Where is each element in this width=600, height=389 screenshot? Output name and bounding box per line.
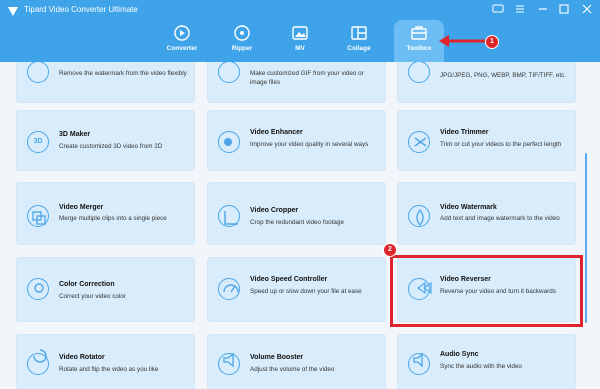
tool-desc: Make customized GIF from your video or i… xyxy=(250,70,364,86)
tab-label: Collage xyxy=(347,45,371,52)
collage-icon xyxy=(351,26,367,40)
audio-sync-icon xyxy=(408,353,430,375)
title-bar: Tipard Video Converter Ultimate Converte… xyxy=(0,0,600,62)
step-badge-1: 1 xyxy=(485,35,499,49)
merge-icon xyxy=(27,205,49,227)
close-icon[interactable] xyxy=(580,3,594,17)
3d-maker-icon: 3D xyxy=(27,131,49,153)
annotation-arrow xyxy=(439,35,485,47)
tool-title: 3D Maker xyxy=(59,131,91,138)
scrollbar-thumb[interactable] xyxy=(585,153,587,323)
tool-card-video-merger[interactable]: Video Merger Merge multiple clips into a… xyxy=(16,182,195,245)
tool-card-3d-maker[interactable]: 3D 3D Maker Create customized 3D video f… xyxy=(16,110,195,171)
ripper-icon xyxy=(234,25,250,41)
droplet-icon xyxy=(408,205,430,227)
step-badge-2: 2 xyxy=(383,243,397,257)
tool-desc: Correct your video color xyxy=(59,293,126,300)
speedometer-icon xyxy=(218,278,240,300)
tool-card-video-watermark[interactable]: Video Watermark Add text and image water… xyxy=(397,182,576,245)
tab-converter[interactable]: Converter xyxy=(155,20,209,62)
tool-card-gif-maker[interactable]: Make customized GIF from your video or i… xyxy=(207,62,386,103)
maximize-icon[interactable] xyxy=(557,3,571,17)
tool-title: Video Merger xyxy=(59,204,104,211)
gif-maker-icon xyxy=(218,62,240,83)
tool-desc: Merge multiple clips into a single piece xyxy=(59,215,167,222)
chat-icon[interactable] xyxy=(491,3,505,17)
watermark-remover-icon xyxy=(27,62,49,83)
tool-card-video-enhancer[interactable]: Video Enhancer Improve your video qualit… xyxy=(207,110,386,171)
minimize-icon[interactable] xyxy=(536,3,550,17)
crop-icon xyxy=(218,205,240,227)
mv-icon xyxy=(292,26,308,40)
tool-card-image-converter[interactable]: JPG/JPEG, PNG, WEBP, BMP, TIF/TIFF, etc. xyxy=(397,62,576,103)
tool-desc: Add text and image watermark to the vide… xyxy=(440,215,560,222)
tool-desc: Improve your video quality in several wa… xyxy=(250,141,369,148)
tool-title: Audio Sync xyxy=(440,351,479,358)
tool-card-audio-sync[interactable]: Audio Sync Sync the audio with the video xyxy=(397,334,576,389)
rotate-icon xyxy=(27,353,49,375)
tool-title: Video Enhancer xyxy=(250,129,303,136)
tool-card-video-trimmer[interactable]: Video Trimmer Trim or cut your videos to… xyxy=(397,110,576,171)
highlight-box xyxy=(390,255,583,327)
tab-label: Ripper xyxy=(231,45,253,52)
scissors-icon xyxy=(408,131,430,153)
tool-card-watermark-remover[interactable]: Remove the watermark from the video flex… xyxy=(16,62,195,103)
tool-card-video-cropper[interactable]: Video Cropper Crop the redundant video f… xyxy=(207,182,386,245)
tool-card-volume-booster[interactable]: Volume Booster Adjust the volume of the … xyxy=(207,334,386,389)
tool-card-video-speed-controller[interactable]: Video Speed Controller Speed up or slow … xyxy=(207,257,386,322)
tool-title: Video Cropper xyxy=(250,207,299,214)
tab-label: MV xyxy=(295,45,305,52)
app-title: Tipard Video Converter Ultimate xyxy=(24,5,138,14)
tool-title: Video Trimmer xyxy=(440,129,489,136)
toolbox-grid: Remove the watermark from the video flex… xyxy=(0,62,600,389)
tool-desc: Rotate and flip the video as you like xyxy=(59,366,159,373)
sun-icon xyxy=(27,278,49,300)
tool-card-color-correction[interactable]: Color Correction Correct your video colo… xyxy=(16,257,195,322)
tab-ripper[interactable]: Ripper xyxy=(215,20,269,62)
tool-title: Video Rotator xyxy=(59,354,105,361)
tool-desc: Trim or cut your videos to the perfect l… xyxy=(440,141,562,148)
tool-card-video-rotator[interactable]: Video Rotator Rotate and flip the video … xyxy=(16,334,195,389)
tab-label: Converter xyxy=(166,45,198,52)
tool-desc: Create customized 3D video from 2D xyxy=(59,143,163,150)
volume-icon xyxy=(218,353,240,375)
toolbox-icon xyxy=(411,26,427,40)
tool-desc: Crop the redundant video footage xyxy=(250,219,344,226)
tool-desc: Remove the watermark from the video flex… xyxy=(59,70,187,77)
menu-icon[interactable] xyxy=(513,3,527,17)
tab-collage[interactable]: Collage xyxy=(332,20,386,62)
tab-label: Toolbox xyxy=(406,45,432,52)
converter-icon xyxy=(174,25,190,41)
tool-desc: JPG/JPEG, PNG, WEBP, BMP, TIF/TIFF, etc. xyxy=(440,72,566,79)
palette-icon xyxy=(218,131,240,153)
tool-desc: Adjust the volume of the video xyxy=(250,366,335,373)
tool-desc: Speed up or slow down your file at ease xyxy=(250,288,362,295)
tab-mv[interactable]: MV xyxy=(273,20,327,62)
image-converter-icon xyxy=(408,62,430,83)
tool-title: Video Speed Controller xyxy=(250,276,328,283)
tool-title: Video Watermark xyxy=(440,204,497,211)
tool-title: Color Correction xyxy=(59,281,115,288)
tool-desc: Sync the audio with the video xyxy=(440,363,522,370)
app-logo-icon xyxy=(8,7,18,16)
tool-title: Volume Booster xyxy=(250,354,304,361)
